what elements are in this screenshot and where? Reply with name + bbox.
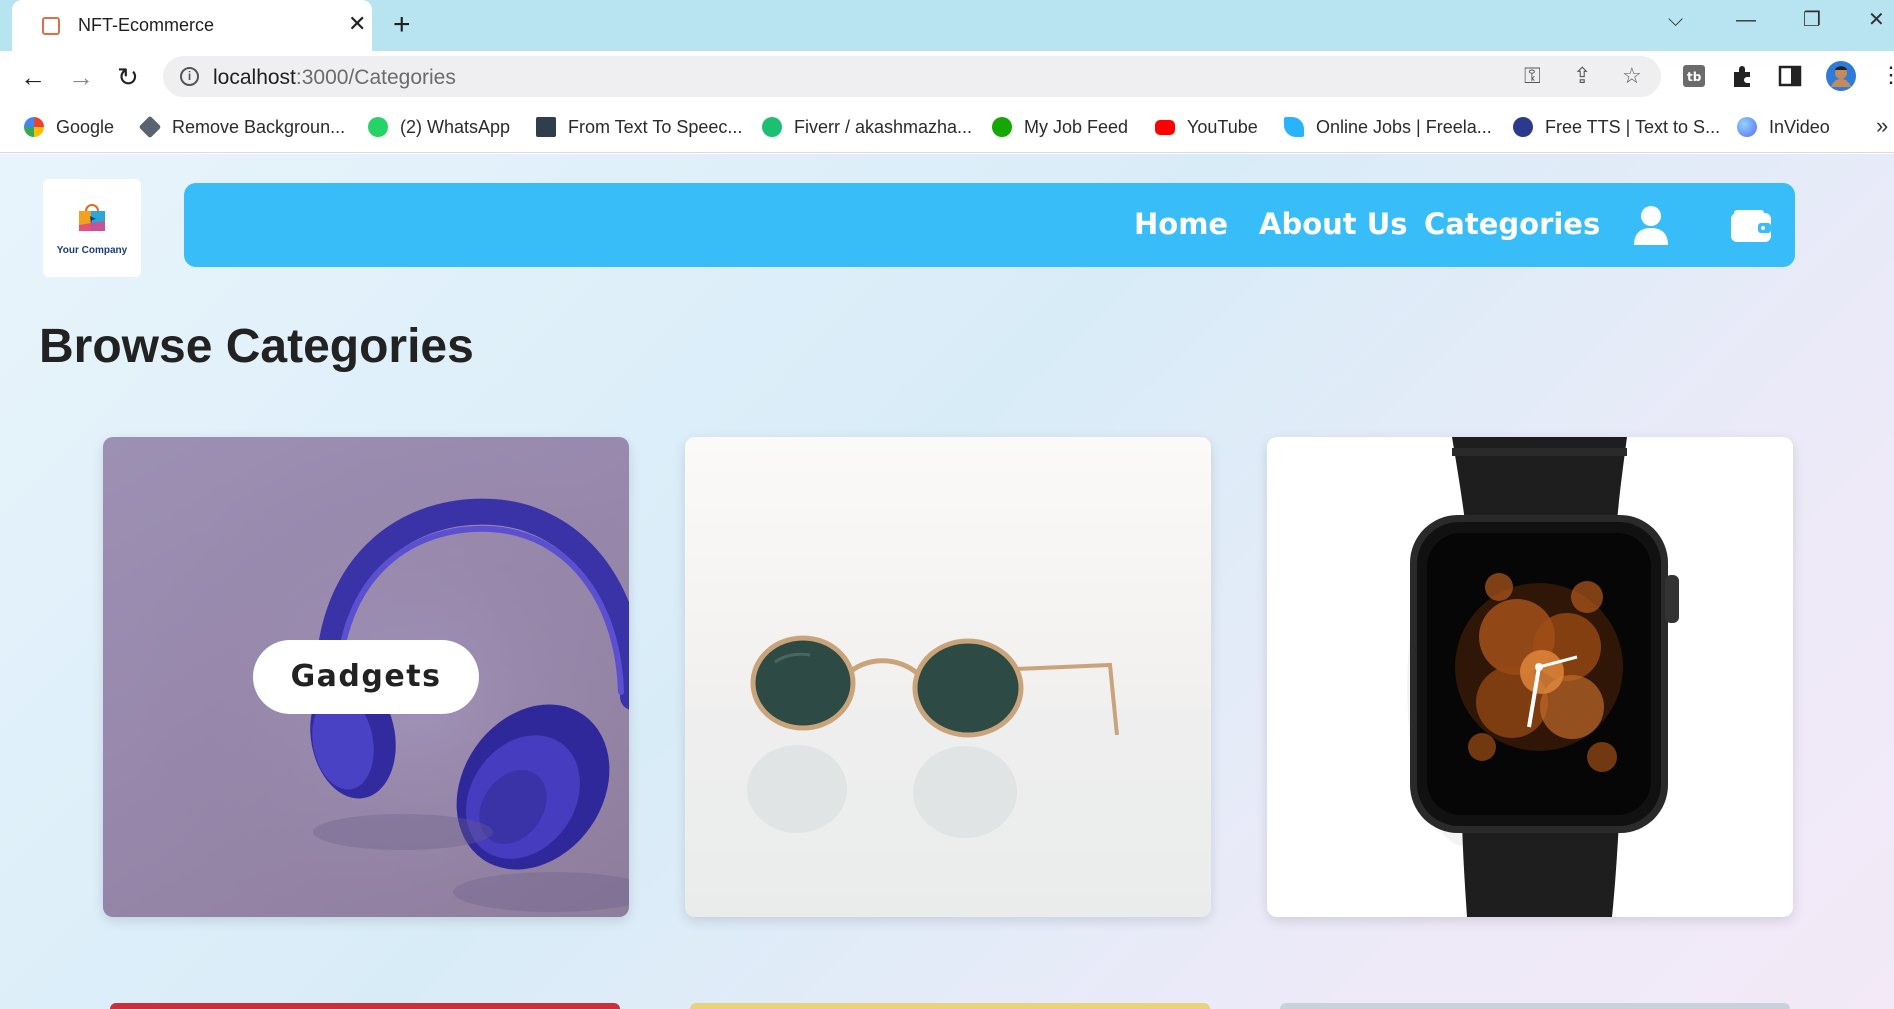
extensions-puzzle-icon[interactable] bbox=[1729, 63, 1755, 89]
tab-search-icon[interactable]: ⌵ bbox=[1668, 8, 1683, 32]
smartwatch-image bbox=[1407, 437, 1679, 917]
bookmark-whatsapp[interactable]: (2) WhatsApp bbox=[368, 115, 510, 139]
nav-home-link[interactable]: Home bbox=[1134, 207, 1228, 241]
address-url[interactable]: localhost:3000/Categories bbox=[213, 66, 456, 90]
svg-text:tb: tb bbox=[1687, 70, 1702, 84]
bookmark-invideo[interactable]: InVideo bbox=[1737, 115, 1830, 139]
google-icon bbox=[24, 117, 44, 137]
bookmark-remove-background[interactable]: Remove Backgroun... bbox=[138, 115, 346, 139]
tab-title: NFT-Ecommerce bbox=[78, 15, 215, 35]
shopping-bag-icon bbox=[79, 204, 105, 231]
bookmark-label: Free TTS | Text to S... bbox=[1545, 116, 1721, 137]
new-tab-icon[interactable]: + bbox=[393, 9, 411, 41]
nav-about-link[interactable]: About Us bbox=[1259, 207, 1408, 241]
youtube-icon bbox=[1155, 119, 1175, 135]
bookmark-youtube[interactable]: YouTube bbox=[1155, 115, 1258, 139]
address-bar[interactable]: i localhost:3000/Categories ⚿ ⇪ ☆ bbox=[163, 56, 1661, 97]
bookmark-fiverr[interactable]: Fiverr / akashmazha... bbox=[762, 115, 972, 139]
site-logo[interactable]: Your Company bbox=[43, 179, 141, 277]
browser-tab[interactable]: NFT-Ecommerce ✕ bbox=[12, 0, 372, 51]
next-row-card-edge bbox=[1280, 1003, 1790, 1009]
nav-categories-link[interactable]: Categories bbox=[1424, 207, 1600, 241]
category-card-sunglasses[interactable] bbox=[685, 437, 1211, 917]
wallet-icon[interactable] bbox=[1730, 209, 1772, 243]
user-icon[interactable] bbox=[1632, 205, 1670, 245]
bookmark-label: From Text To Speec... bbox=[568, 116, 743, 137]
bookmark-label: Google bbox=[56, 116, 115, 137]
bookmark-upwork-job-feed[interactable]: My Job Feed bbox=[992, 115, 1128, 139]
next-row-card-edge bbox=[110, 1003, 620, 1009]
tab-favicon-icon bbox=[42, 17, 60, 35]
bookmark-star-icon[interactable]: ☆ bbox=[1622, 64, 1642, 88]
extension-tb-icon[interactable]: tb bbox=[1681, 63, 1707, 89]
share-icon[interactable]: ⇪ bbox=[1573, 64, 1591, 88]
browser-tab-strip: NFT-Ecommerce ✕ + ⌵ — ❐ ✕ bbox=[0, 0, 1894, 51]
url-host: localhost bbox=[213, 66, 296, 89]
minimize-icon[interactable]: — bbox=[1736, 8, 1756, 32]
category-card-smartwatch[interactable] bbox=[1267, 437, 1793, 917]
fiverr-icon bbox=[762, 117, 782, 137]
bookmark-label: Online Jobs | Freela... bbox=[1316, 116, 1492, 137]
bird-icon bbox=[1284, 117, 1304, 137]
key-icon[interactable]: ⚿ bbox=[1524, 64, 1541, 88]
bookmark-label: InVideo bbox=[1769, 116, 1830, 137]
logo-text: Your Company bbox=[56, 245, 128, 256]
bookmark-label: Remove Backgroun... bbox=[172, 116, 346, 137]
browser-toolbar: ← → ↻ i localhost:3000/Categories ⚿ ⇪ ☆ … bbox=[0, 51, 1894, 101]
reload-icon[interactable]: ↻ bbox=[117, 63, 139, 91]
restore-icon[interactable]: ❐ bbox=[1803, 8, 1821, 32]
sunglasses-image bbox=[685, 635, 1211, 917]
remove-bg-icon bbox=[138, 115, 162, 139]
window-close-icon[interactable]: ✕ bbox=[1868, 8, 1885, 32]
close-tab-icon[interactable]: ✕ bbox=[348, 12, 366, 36]
speaker-icon bbox=[1513, 117, 1533, 137]
back-arrow-icon[interactable]: ← bbox=[20, 63, 46, 91]
more-bookmarks-icon[interactable]: » bbox=[1876, 113, 1888, 139]
text-to-speech-icon bbox=[536, 117, 556, 137]
bookmark-free-tts[interactable]: Free TTS | Text to S... bbox=[1513, 115, 1720, 139]
side-panel-icon[interactable] bbox=[1777, 63, 1803, 89]
bookmark-online-jobs[interactable]: Online Jobs | Freela... bbox=[1284, 115, 1492, 139]
url-path: :3000/Categories bbox=[295, 66, 456, 89]
next-row-card-edge bbox=[690, 1003, 1210, 1009]
bookmark-text-to-speech[interactable]: From Text To Speec... bbox=[536, 115, 742, 139]
bookmark-label: YouTube bbox=[1187, 116, 1258, 137]
bookmark-label: (2) WhatsApp bbox=[400, 116, 511, 137]
category-label-gadgets[interactable]: Gadgets bbox=[253, 640, 479, 714]
page-title: Browse Categories bbox=[39, 320, 474, 373]
category-card-gadgets[interactable]: Gadgets bbox=[103, 437, 629, 917]
bookmark-google[interactable]: Google bbox=[24, 115, 114, 139]
profile-avatar[interactable] bbox=[1825, 60, 1857, 92]
bookmarks-bar: Google Remove Backgroun... (2) WhatsApp … bbox=[0, 101, 1894, 153]
bookmark-label: My Job Feed bbox=[1024, 116, 1129, 137]
bookmark-label: Fiverr / akashmazha... bbox=[794, 116, 973, 137]
browser-menu-icon[interactable]: ⋮ bbox=[1880, 61, 1894, 89]
forward-arrow-icon[interactable]: → bbox=[68, 63, 94, 91]
site-navbar: Home About Us Categories bbox=[184, 183, 1795, 267]
whatsapp-icon bbox=[368, 117, 388, 137]
invideo-icon bbox=[1737, 117, 1757, 137]
site-info-icon[interactable]: i bbox=[180, 67, 199, 86]
page-viewport: Your Company Home About Us Categories Br… bbox=[0, 154, 1894, 1009]
upwork-icon bbox=[992, 117, 1012, 137]
